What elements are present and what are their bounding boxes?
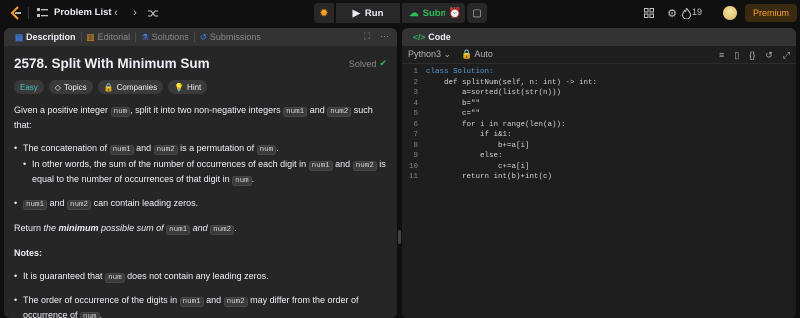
problem-description: 2578. Split With Minimum Sum Solved ✔ Ea… [4, 46, 397, 318]
lock-icon: 🔒 [461, 49, 473, 59]
tab-label: Code [428, 32, 451, 42]
chevron-right-icon[interactable]: › [129, 5, 141, 21]
divider [28, 7, 29, 19]
check-circle-icon: ✔ [379, 58, 387, 68]
code-editor[interactable]: 1 class Solution: 2 def splitNum(self, n:… [402, 68, 796, 184]
tag-icon: ◇ [54, 82, 61, 92]
layout-icon[interactable] [643, 6, 655, 20]
code-panel: </> Code Python3 ⌄ 🔒 Auto ≡ ▯ {} ↺ ⤢ 1 cl… [402, 28, 796, 318]
conditions-list: The concatenation of num1 and num2 is a … [14, 142, 387, 212]
sub-list: In other words, the sum of the number of… [23, 158, 387, 188]
code-line: 2 def splitNum(self, n: int) -> int: [413, 78, 598, 87]
timer-button[interactable]: ⏰ [445, 3, 465, 23]
description-panel: ▤ Description ▥ Editorial ⚗ Solutions ↺ … [4, 28, 397, 318]
code-line: 11 return int(b)+int(c) [408, 173, 553, 181]
play-icon: ▶ [352, 7, 360, 19]
lock-icon: 🔒 [103, 82, 114, 92]
fullscreen-icon[interactable]: ⤢ [783, 50, 790, 61]
code-line: 8 b+=a[i] [413, 141, 530, 150]
lightbulb-icon: 💡 [174, 82, 185, 92]
avatar[interactable] [723, 6, 737, 20]
tab-label: Editorial [97, 32, 131, 42]
code-line: 3 a=sorted(list(str(n))) [413, 89, 562, 97]
bookmark-icon[interactable]: ▯ [734, 50, 739, 61]
list-item: The order of occurrence of the digits in… [14, 294, 387, 318]
format-icon[interactable]: ≡ [719, 50, 724, 61]
tab-code[interactable]: </> Code [408, 32, 456, 42]
history-icon: ↺ [199, 31, 207, 42]
expand-icon[interactable]: ⛶ [364, 31, 370, 42]
book-icon: ▥ [86, 31, 95, 42]
panel-tools: ⛶ ⋯ [364, 31, 389, 42]
problem-statement: Given a positive integer num, split it i… [14, 105, 373, 130]
list-item: The concatenation of num1 and num2 is a … [14, 142, 387, 188]
problem-title[interactable]: 2578. Split With Minimum Sum [14, 56, 210, 71]
editor-toolbar: Python3 ⌄ 🔒 Auto ≡ ▯ {} ↺ ⤢ [402, 46, 796, 64]
tag-label: Topics [63, 82, 87, 92]
shuffle-icon[interactable] [147, 6, 159, 20]
tab-label: Description [26, 32, 76, 42]
note-icon: ▢ [472, 7, 482, 19]
tag-label: Companies [116, 82, 158, 92]
language-select[interactable]: Python3 ⌄ [408, 49, 451, 60]
companies-tag[interactable]: 🔒 Companies [97, 80, 164, 94]
tab-submissions[interactable]: ↺ Submissions [195, 32, 266, 43]
code-line: 7 if i&1: [413, 131, 512, 139]
streak-count[interactable]: 19 [692, 7, 702, 17]
code-line: 9 else: [413, 152, 503, 160]
tag-label: Hint [187, 82, 202, 92]
notes-heading: Notes: [14, 248, 43, 258]
leetcode-logo-icon[interactable] [8, 5, 24, 21]
flask-icon: ⚗ [141, 31, 149, 42]
premium-button[interactable]: Premium [745, 4, 797, 22]
code-icon: </> [413, 32, 426, 42]
topics-tag[interactable]: ◇ Topics [48, 80, 93, 94]
braces-icon[interactable]: {} [749, 50, 755, 61]
list-item: In other words, the sum of the number of… [23, 158, 387, 188]
more-icon[interactable]: ⋯ [380, 31, 389, 42]
editor-tools: ≡ ▯ {} ↺ ⤢ [719, 50, 790, 61]
code-line: 6 for i in range(len(a)): [413, 120, 566, 129]
run-submit-group: ✹ ▶ Run ☁ Submit [314, 3, 462, 23]
difficulty-badge[interactable]: Easy [14, 80, 44, 94]
title-row: 2578. Split With Minimum Sum Solved ✔ [14, 56, 387, 71]
bug-icon: ✹ [320, 7, 328, 19]
code-line: 10 c+=a[i] [408, 162, 530, 171]
list-item: num1 and num2 can contain leading zeros. [14, 197, 387, 212]
code-line: 4 b="" [413, 99, 481, 108]
debug-button[interactable]: ✹ [314, 3, 334, 23]
alarm-icon: ⏰ [448, 7, 462, 19]
run-label: Run [364, 7, 384, 19]
description-tabbar: ▤ Description ▥ Editorial ⚗ Solutions ↺ … [4, 28, 397, 46]
code-line: 5 c="" [413, 110, 481, 118]
document-icon: ▤ [15, 31, 24, 42]
gear-icon[interactable]: ⚙ [666, 6, 678, 20]
hint-tag[interactable]: 💡 Hint [168, 80, 208, 94]
tab-label: Solutions [151, 32, 189, 42]
list-item: It is guaranteed that num does not conta… [14, 270, 387, 285]
status-text: Solved [348, 58, 377, 69]
solved-status: Solved ✔ [349, 58, 387, 69]
tab-label: Submissions [209, 32, 261, 42]
tab-solutions[interactable]: ⚗ Solutions [136, 32, 194, 43]
chevron-left-icon[interactable]: ‹ [110, 5, 122, 21]
cloud-upload-icon: ☁ [409, 7, 419, 19]
code-tabbar: </> Code [402, 28, 796, 46]
problem-list-icon[interactable] [36, 6, 48, 20]
resize-handle[interactable] [398, 230, 401, 244]
tab-description[interactable]: ▤ Description [10, 32, 81, 43]
problem-list-link[interactable]: Problem List [54, 7, 112, 18]
top-navbar: Problem List ‹ › ✹ ▶ Run ☁ Submit ⏰ ▢ ⚙ … [0, 0, 800, 26]
notes-list: It is guaranteed that num does not conta… [14, 270, 387, 318]
notes-button[interactable]: ▢ [467, 3, 487, 23]
tag-row: Easy ◇ Topics 🔒 Companies 💡 Hint [14, 80, 387, 94]
return-statement: Return the minimum possible sum of num1 … [14, 223, 237, 235]
reset-icon[interactable]: ↺ [765, 50, 773, 61]
flame-icon[interactable] [680, 6, 692, 20]
tab-editorial[interactable]: ▥ Editorial [82, 32, 136, 43]
run-button[interactable]: ▶ Run [336, 3, 400, 23]
code-line: 1 class Solution: [413, 68, 494, 76]
auto-mode-toggle[interactable]: 🔒 Auto [461, 49, 493, 60]
